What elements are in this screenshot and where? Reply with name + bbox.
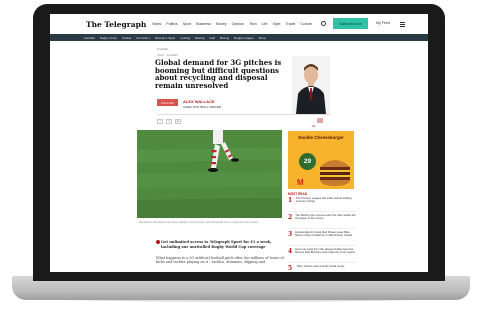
top-nav-item[interactable]: Travel — [285, 22, 295, 26]
section-nav-item[interactable]: Football — [84, 36, 95, 40]
browser-screen: The Telegraph News Politics Sport Busine… — [50, 14, 428, 272]
ad-price-badge: 29 — [299, 153, 316, 170]
subscribe-button[interactable]: Subscribe now — [333, 18, 368, 29]
top-nav-item[interactable]: Tech — [249, 22, 257, 26]
author-name[interactable]: ALEX WALLACE — [183, 99, 215, 104]
site-logo[interactable]: The Telegraph — [86, 20, 146, 29]
article-hero-image — [137, 130, 282, 218]
breadcrumb[interactable]: Football — [157, 47, 168, 51]
section-nav-item[interactable]: Cricket — [122, 36, 131, 40]
ad-title: Double Cheeseburger — [298, 135, 344, 140]
site-header: The Telegraph News Politics Sport Busine… — [50, 14, 428, 35]
promo-arrow-icon — [156, 240, 160, 244]
section-nav-item[interactable]: Boxing — [220, 36, 229, 40]
most-read-link[interactable]: How England's rising Red Roses upset Blu… — [295, 230, 356, 238]
most-read-item[interactable]: 1 The Premier League will mark storied s… — [288, 196, 356, 212]
most-read-number: 5 — [288, 265, 293, 272]
top-nav-item[interactable]: Life — [262, 22, 268, 26]
hamburger-menu-icon[interactable] — [400, 22, 405, 27]
most-read-number: 4 — [288, 248, 293, 255]
article-meta: Sport · Football — [157, 53, 178, 57]
linkedin-share-icon[interactable]: in — [175, 119, 181, 124]
burger-icon — [319, 160, 351, 186]
top-nav-item[interactable]: Sport — [183, 22, 192, 26]
top-nav-item[interactable]: Politics — [166, 22, 177, 26]
section-nav-item[interactable]: Golf — [209, 36, 215, 40]
top-nav-item[interactable]: Opinion — [232, 22, 244, 26]
divider — [157, 114, 330, 115]
section-nav-item[interactable]: Women's Sport — [155, 36, 175, 40]
most-read-item[interactable]: 3 How England's rising Red Roses upset B… — [288, 230, 356, 246]
section-nav-item[interactable]: Racing — [195, 36, 204, 40]
most-read-item[interactable]: 2 The Welsh prop comes under fire after … — [288, 213, 356, 229]
search-icon[interactable] — [321, 21, 326, 26]
most-read-item[interactable]: 5 Why Joanne was at least would sense — [288, 264, 356, 272]
top-nav-item[interactable]: Style — [272, 22, 280, 26]
advertisement[interactable]: Double Cheeseburger 29 M — [288, 131, 354, 189]
comment-icon[interactable] — [317, 118, 323, 123]
most-read-number: 1 — [288, 197, 293, 204]
most-read-list: 1 The Premier League will mark storied s… — [288, 196, 356, 272]
most-read-link[interactable]: Why Joanne was at least would sense — [297, 264, 344, 268]
top-nav: News Politics Sport Business Money Opini… — [152, 22, 312, 26]
most-read-number: 2 — [288, 214, 293, 221]
comment-count[interactable]: 40 — [312, 124, 315, 128]
section-nav-item[interactable]: Formula 1 — [136, 36, 150, 40]
top-nav-item[interactable]: Culture — [300, 22, 312, 26]
section-nav-item[interactable]: Rugby League — [234, 36, 254, 40]
twitter-share-icon[interactable]: t — [166, 119, 172, 124]
article-headline: Global demand for 3G pitches is booming … — [155, 58, 282, 90]
section-nav-item[interactable]: Cycling — [180, 36, 190, 40]
image-caption: Demand for 3G pitches has grown rapidly … — [139, 221, 259, 224]
subscription-promo-link[interactable]: Get unlimited access to Telegraph Sport … — [161, 240, 285, 249]
top-nav-item[interactable]: News — [152, 22, 161, 26]
top-nav-item[interactable]: Money — [216, 22, 227, 26]
follow-button[interactable]: FOLLOW — [157, 99, 178, 106]
top-nav-item[interactable]: Business — [196, 22, 211, 26]
most-read-link[interactable]: How one word from the players finally ke… — [295, 247, 356, 255]
facebook-share-icon[interactable]: f — [157, 119, 163, 124]
section-nav-item[interactable]: More — [259, 36, 266, 40]
author-photo — [292, 56, 330, 114]
my-feed-link[interactable]: My Feed — [376, 21, 390, 25]
article-body: What happens to a 3G artificial football… — [156, 256, 284, 265]
author-role: CHIEF FOOTBALL WRITER — [183, 105, 222, 109]
section-nav: Football Rugby Union Cricket Formula 1 W… — [50, 34, 428, 41]
section-nav-item[interactable]: Rugby Union — [100, 36, 117, 40]
most-read-number: 3 — [288, 231, 293, 238]
most-read-item[interactable]: 4 How one word from the players finally … — [288, 247, 356, 263]
most-read-link[interactable]: The Premier League will mark storied str… — [296, 196, 356, 204]
most-read-link[interactable]: The Welsh prop comes under fire after ta… — [295, 213, 356, 221]
share-buttons: f t in — [157, 119, 181, 124]
mcdonalds-logo-icon: M — [297, 178, 304, 187]
